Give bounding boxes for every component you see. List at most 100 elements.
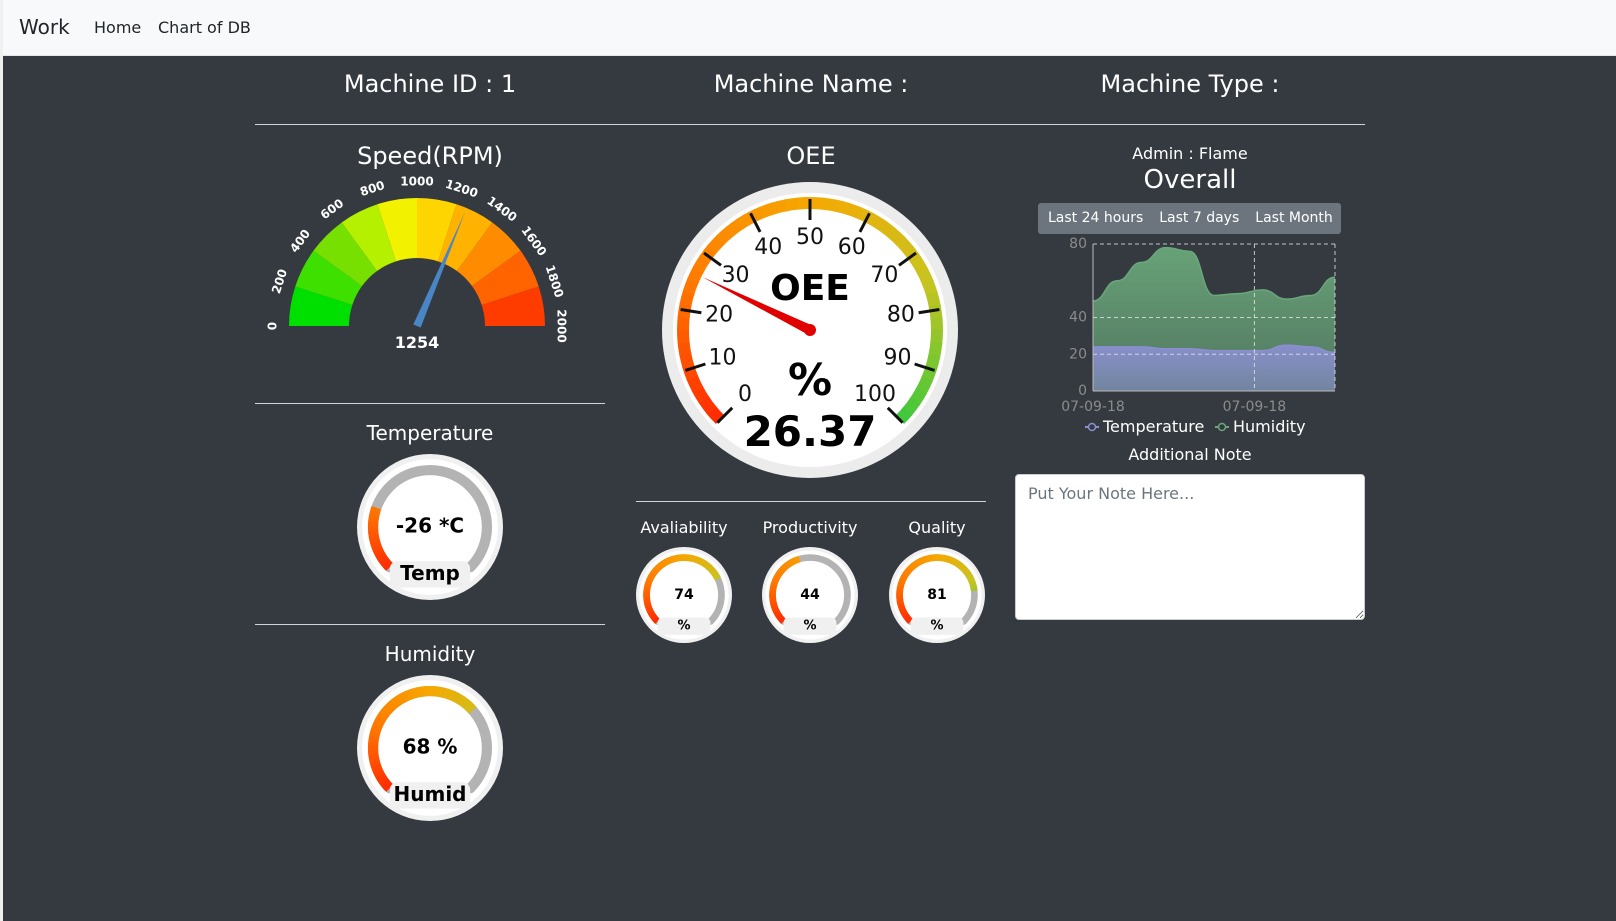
gauge-fill-segment: [913, 559, 921, 568]
gauge-fill-segment: [709, 567, 717, 575]
gauge-fill-segment: [435, 686, 442, 698]
gauge-fill-segment: [928, 304, 943, 320]
gauge-fill-segment: [911, 561, 918, 569]
gauge-fill-segment: [701, 560, 709, 568]
gauge-fill-segment: [380, 778, 392, 789]
gauge-fill-segment: [896, 599, 904, 605]
brand-link[interactable]: Work: [19, 15, 70, 39]
gauge-fill-segment: [646, 608, 655, 615]
gauge-fill-segment: [369, 730, 381, 737]
gauge-fill-segment: [771, 606, 779, 611]
gauge-fill-segment: [910, 256, 929, 275]
gauge-fill-segment: [686, 374, 704, 393]
gauge-fill-segment: [368, 756, 380, 764]
legend-label-humidity: Humidity: [1233, 417, 1306, 436]
gauge-fill-segment: [780, 565, 787, 572]
gauge-fill-segment: [703, 561, 711, 570]
gauge-fill-segment: [969, 581, 977, 587]
gauge-fill-segment: [677, 328, 690, 344]
y-tick-label: 80: [1069, 236, 1087, 252]
gauge-fill-segment: [772, 576, 780, 581]
gauge-fill-segment: [375, 773, 387, 783]
nav-chart-of-db-link[interactable]: Chart of DB: [158, 18, 251, 37]
gauge-fill-segment: [650, 569, 658, 576]
time-range-tabs: Last 24 hours Last 7 days Last Month: [1038, 203, 1341, 234]
gauge-fill-segment: [821, 197, 838, 212]
gauge-fill-segment: [776, 614, 784, 620]
gauge-fill-segment: [368, 734, 380, 741]
gauge-fill-segment: [772, 609, 780, 614]
gauge-fill-segment: [770, 603, 778, 608]
page-edge: [0, 0, 3, 921]
speed-tick-label: 1600: [518, 223, 549, 258]
gauge-fill-segment: [897, 602, 905, 608]
gauge-fill-segment: [833, 199, 851, 215]
gauge-fill-segment: [378, 555, 388, 564]
gauge-fill-segment: [715, 225, 735, 245]
gauge-fill-segment: [679, 351, 695, 369]
gauge-fill-segment: [671, 555, 676, 563]
humidity-gauge: 68 % Humid: [357, 675, 503, 821]
tab-last-month[interactable]: Last Month: [1247, 203, 1341, 234]
speed-gauge: 0 200 400600 800 1000 120014001600 1800 2000 125…: [266, 175, 569, 353]
speed-tick-label: 2000: [555, 309, 569, 342]
gauge-fill-segment: [965, 572, 973, 579]
gauge-fill-segment: [783, 562, 789, 570]
gauge-fill-segment: [969, 584, 978, 590]
machine-type-heading: Machine Type :: [1100, 70, 1280, 98]
tab-last-24-hours[interactable]: Last 24 hours: [1038, 203, 1151, 234]
gauge-fill-segment: [962, 567, 970, 575]
speed-tick-label: 1200: [444, 177, 480, 201]
gauge-fill-segment: [922, 555, 928, 564]
tab-last-7-days[interactable]: Last 7 days: [1151, 203, 1247, 234]
gauge-fill-segment: [904, 567, 912, 575]
gauge-fill-segment: [771, 579, 779, 584]
gauge-fill-segment: [452, 692, 462, 704]
gauge-fill-segment: [416, 686, 423, 698]
gauge-fill-segment: [376, 553, 387, 561]
gauge-fill-segment: [960, 565, 968, 573]
gauge-fill-segment: [773, 574, 781, 580]
oee-tick-label: 60: [838, 235, 866, 260]
gauge-fill-segment: [955, 561, 963, 569]
gauge-fill-segment: [673, 554, 679, 562]
gauge-fill-segment: [387, 699, 398, 711]
overall-area-chart: 0 20 40 80 07-09-18 07-09-18 Temperature Humidi…: [1061, 236, 1336, 436]
machine-id-heading: Machine ID : 1: [343, 70, 517, 98]
gauge-fill-segment: [777, 615, 784, 622]
oee-tick-label: 70: [870, 263, 898, 288]
gauge-fill-segment: [772, 607, 780, 613]
gauge-fill-segment: [786, 560, 792, 568]
gauge-fill-segment: [408, 688, 416, 700]
gauge-fill-segment: [644, 603, 652, 609]
gauge-fill-segment: [777, 569, 784, 575]
gauge-fill-segment: [776, 570, 783, 576]
kpi-productivity-title: Productivity: [762, 518, 858, 537]
gauge-fill-segment: [778, 567, 785, 574]
humid-value: 68 %: [403, 735, 458, 759]
gauge-fill-segment: [775, 571, 782, 578]
kpi-2-value: 81: [927, 587, 946, 603]
machine-name-heading: Machine Name :: [713, 70, 909, 98]
gauge-fill-segment: [901, 612, 910, 619]
gauge-fill-segment: [772, 577, 780, 583]
gauge-fill-segment: [771, 199, 789, 215]
note-textarea[interactable]: [1015, 474, 1365, 620]
gauge-fill-segment: [877, 219, 896, 238]
gauge-fill-segment: [809, 197, 825, 210]
gauge-fill-segment: [377, 776, 389, 786]
speed-tick-label: 1400: [484, 194, 519, 225]
header-divider: [255, 124, 1365, 125]
gauge-fill-segment: [647, 610, 656, 617]
gauge-fill-segment: [643, 601, 652, 607]
gauge-fill-segment: [925, 353, 941, 371]
gauge-fill-segment: [653, 565, 661, 573]
gauge-fill-segment: [770, 581, 778, 586]
oee-needle-hub: [804, 324, 816, 336]
gauge-fill-segment: [921, 279, 938, 297]
gauge-fill-segment: [899, 575, 908, 582]
gauge-fill-segment: [773, 610, 781, 616]
gauge-fill-segment: [790, 558, 796, 566]
nav-home-link[interactable]: Home: [94, 18, 141, 37]
gauge-fill-segment: [707, 565, 715, 573]
